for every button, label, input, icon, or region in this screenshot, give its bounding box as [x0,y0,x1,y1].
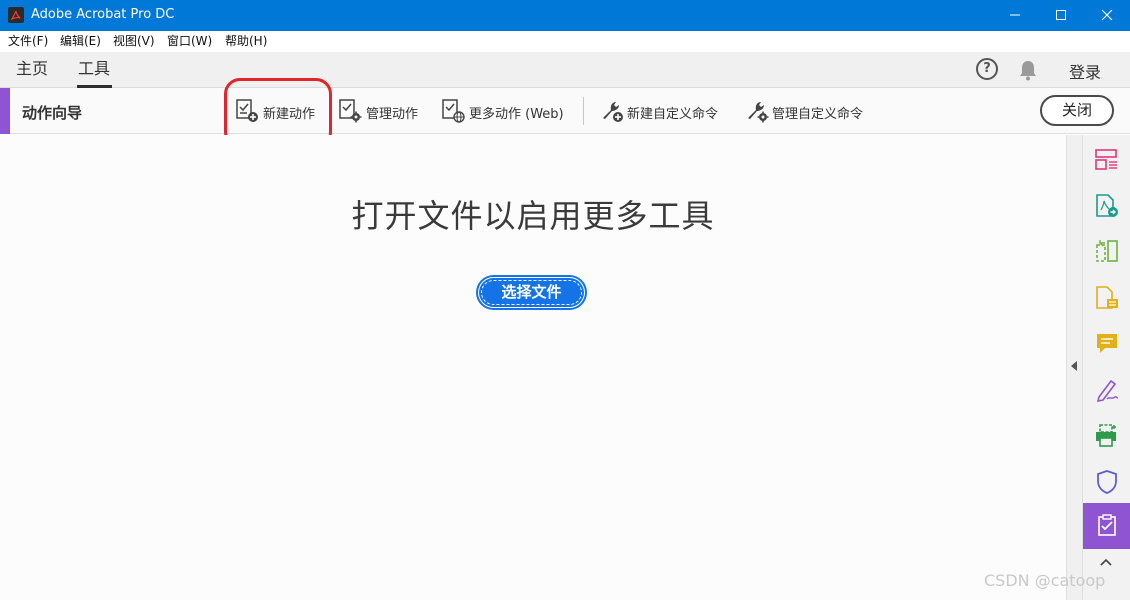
manage-actions-button[interactable]: 管理动作 [338,98,428,124]
manage-custom-commands-button[interactable]: 管理自定义命令 [744,98,874,124]
login-button[interactable]: 登录 [1069,59,1101,83]
manage-actions-icon [339,99,362,123]
main-content: 打开文件以启用更多工具 选择文件 [0,135,1066,600]
comment-icon[interactable] [1094,331,1120,357]
action-wizard-active-tile[interactable] [1083,503,1130,549]
toolbar-divider [583,97,584,125]
fill-sign-icon[interactable] [1094,377,1120,403]
manage-custom-commands-label: 管理自定义命令 [772,107,864,122]
notifications-bell-icon[interactable] [1018,59,1038,85]
new-custom-command-label: 新建自定义命令 [627,107,719,122]
protect-icon[interactable] [1094,469,1120,495]
collapse-arrow-icon[interactable] [1071,361,1077,371]
tab-home[interactable]: 主页 [16,59,48,79]
action-wizard-toolbar: 动作向导 新建动作 管理动作 更多动作 (Web) 新建自定义命令 管理自定义命… [0,88,1130,134]
more-actions-web-label: 更多动作 (Web) [469,107,564,122]
more-actions-web-icon [442,99,465,123]
menu-file[interactable]: 文件(F) [8,34,48,49]
tab-tools[interactable]: 工具 [78,59,110,79]
watermark-text: CSDN @catoop [984,571,1106,590]
print-production-icon[interactable] [1094,423,1120,449]
tabs-bar: 主页 工具 ? 登录 [0,52,1130,88]
compress-pdf-icon[interactable] [1094,239,1120,265]
menu-bar: 文件(F) 编辑(E) 视图(V) 窗口(W) 帮助(H) [0,31,1130,52]
export-pdf-icon[interactable] [1094,193,1120,219]
right-pane-collapse-strip[interactable] [1066,135,1082,600]
manage-actions-label: 管理动作 [366,107,419,122]
menu-help[interactable]: 帮助(H) [225,34,267,49]
menu-window[interactable]: 窗口(W) [167,34,212,49]
acrobat-logo-icon [8,7,24,23]
new-custom-command-icon [603,102,623,122]
new-custom-command-button[interactable]: 新建自定义命令 [599,98,729,124]
new-action-label: 新建动作 [263,107,316,122]
title-bar: Adobe Acrobat Pro DC [0,0,1130,31]
maximize-button[interactable] [1038,0,1084,31]
close-tool-button[interactable]: 关闭 [1040,95,1114,126]
organize-pages-icon[interactable] [1094,147,1120,173]
create-pdf-icon[interactable] [1094,285,1120,311]
toolbar-title: 动作向导 [22,104,83,122]
action-wizard-icon[interactable] [1096,514,1118,538]
right-tools-panel [1082,135,1130,600]
minimize-button[interactable] [992,0,1038,31]
close-window-button[interactable] [1084,0,1130,31]
help-button[interactable]: ? [976,58,998,80]
new-action-icon [236,99,258,122]
scroll-up-chevron-icon[interactable] [1099,557,1113,567]
new-action-button[interactable]: 新建动作 [235,98,325,124]
manage-custom-commands-icon [748,102,769,123]
menu-edit[interactable]: 编辑(E) [60,34,101,49]
menu-view[interactable]: 视图(V) [113,34,155,49]
window-title: Adobe Acrobat Pro DC [31,7,175,22]
select-file-button[interactable]: 选择文件 [478,277,585,308]
open-file-heading: 打开文件以启用更多工具 [351,197,715,235]
more-actions-web-button[interactable]: 更多动作 (Web) [441,98,571,124]
toolbar-accent-bar [0,88,10,134]
